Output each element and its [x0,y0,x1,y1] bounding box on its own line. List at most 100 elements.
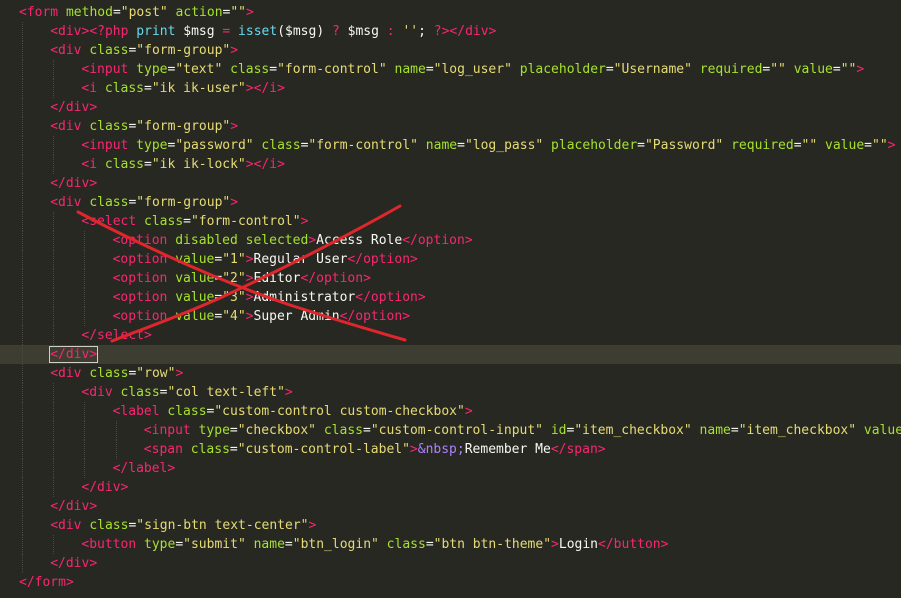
indent-guide [22,212,23,231]
token-tag: <input [81,62,129,77]
token-var: $msg [175,24,215,39]
code-line[interactable]: <div class="col text-left"> [0,383,901,402]
token-attr: disabled selected [167,233,309,248]
code-line[interactable]: <button type="submit" name="btn_login" c… [0,535,901,554]
token-ent: &nbsp; [417,442,465,457]
token-str: "btn_login" [292,537,379,552]
indent-guide [84,307,86,326]
code-line[interactable]: <i class="ik ik-lock"></i> [0,155,901,174]
token-punct: = [175,537,184,552]
code-text: </select> [81,326,151,345]
code-line[interactable]: </select> [0,326,901,345]
code-line[interactable]: <i class="ik ik-user"></i> [0,79,901,98]
token-fn: isset [230,24,278,39]
token-str: "form-group" [136,119,231,134]
indent-guide [22,402,23,421]
token-tag: <option [112,252,168,267]
code-text: <option value="1">Regular User</option> [113,250,418,269]
token-tag: > [245,271,254,286]
code-line[interactable]: <option value="4">Super Admin</option> [0,307,901,326]
token-attr: type [128,62,168,77]
token-tag: <form [19,5,59,20]
indent-guide [22,497,23,516]
code-line[interactable]: <div><?php print $msg = isset($msg) ? $m… [0,22,901,41]
token-attr: class [182,442,230,457]
code-line[interactable]: <select class="form-control"> [0,212,901,231]
token-punct: = [425,537,434,552]
indent-guide [22,231,23,250]
token-attr: class [81,195,129,210]
token-attr: required [691,62,763,77]
code-text: </label> [113,459,176,478]
token-attr: class [81,43,129,58]
code-line[interactable]: </label> [0,459,901,478]
token-tag: </div> [50,176,98,191]
code-line[interactable]: </div> [0,345,901,364]
code-line[interactable]: <div class="row"> [0,364,901,383]
code-line[interactable]: <div class="sign-btn text-center"> [0,516,901,535]
token-tag: </option> [347,252,418,267]
code-line[interactable]: <div class="form-group"> [0,117,901,136]
code-line[interactable]: <option value="3">Administrator</option> [0,288,901,307]
token-tag: > [308,518,317,533]
indent-guide [22,554,23,573]
code-line[interactable]: <input type="text" class="form-control" … [0,60,901,79]
indent-guide [53,269,55,288]
code-line[interactable]: <input type="checkbox" class="custom-con… [0,421,901,440]
token-tag: </option> [300,271,371,286]
token-tag: <option [112,271,168,286]
code-line[interactable]: <option value="2">Editor</option> [0,269,901,288]
token-tag: </span> [550,442,606,457]
code-line[interactable]: </div> [0,554,901,573]
code-text: </div> [50,98,97,117]
code-line[interactable]: <input type = "password" class = "form-contr… [0,136,901,155]
code-line[interactable]: <label class="custom-control custom-chec… [0,402,901,421]
code-text: <div class="form-group"> [50,41,238,60]
code-line[interactable]: </div> [0,478,901,497]
indent-guide [53,421,55,440]
token-tag: <option [112,233,168,248]
token-attr: value [167,252,215,267]
token-attr: name [245,537,285,552]
indent-guide [22,516,23,535]
token-tag: </button> [598,537,669,552]
code-editor[interactable]: <form method="post" action=""> <div><?php… [0,0,901,598]
code-line[interactable]: </div> [0,98,901,117]
code-line[interactable]: <option disabled selected>Access Role</o… [0,231,901,250]
token-attr: value [856,423,901,438]
token-str: "log_user" [433,62,512,77]
token-str: "custom-control custom-checkbox" [214,404,465,419]
indent-guide [53,440,55,459]
token-attr: type [190,423,230,438]
code-line[interactable]: <option value="1">Regular User</option> [0,250,901,269]
indent-guide [22,174,23,193]
token-attr: class [97,157,145,172]
indent-guide [22,136,23,155]
token-str: "4" [222,309,246,324]
token-tag: <div [50,24,82,39]
token-attr: class [222,62,270,77]
code-line[interactable]: <span class="custom-control-label">&nbsp… [0,440,901,459]
code-text: <i class="ik ik-user"></i> [81,79,285,98]
code-text: <label class="custom-control custom-chec… [113,402,473,421]
token-punct: = [214,271,223,286]
token-tag: <input [81,138,129,153]
code-line[interactable]: </div> [0,497,901,516]
token-tag: <span [143,442,183,457]
code-line[interactable]: <div class="form-group"> [0,41,901,60]
token-tag: <input [143,423,191,438]
code-line[interactable]: </form> [0,573,901,592]
indent-guide [22,383,23,402]
token-attr: class [159,404,207,419]
token-attr: class [81,518,129,533]
code-line[interactable]: <div class="form-group"> [0,193,901,212]
code-text: <option value="4">Super Admin</option> [113,307,410,326]
code-text: <div class="form-group"> [50,193,238,212]
indent-guide [22,535,23,554]
code-line[interactable]: <form method="post" action=""> [0,3,901,22]
code-line[interactable]: </div> [0,174,901,193]
indent-guide [53,326,55,345]
token-str: "" [840,62,857,77]
token-tag: > [245,290,254,305]
indent-guide [22,307,23,326]
